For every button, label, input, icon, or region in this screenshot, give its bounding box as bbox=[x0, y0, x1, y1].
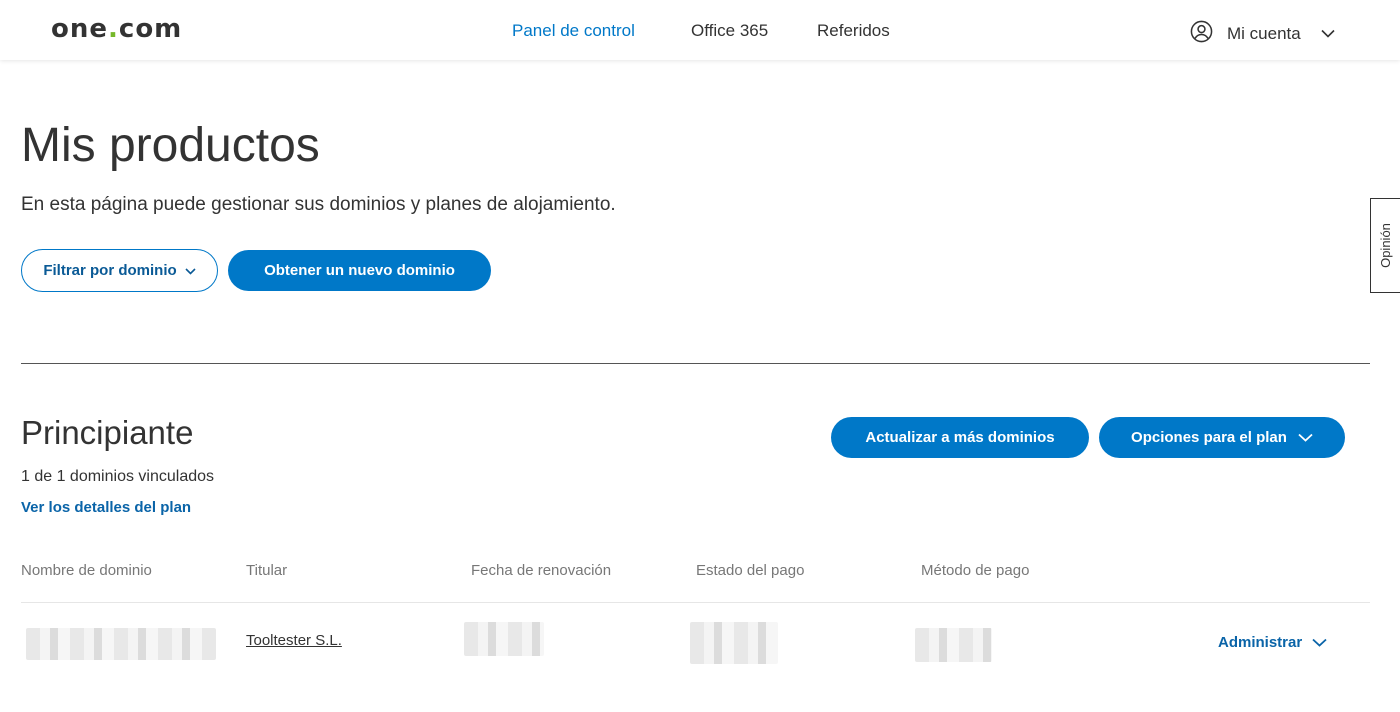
new-domain-label: Obtener un nuevo dominio bbox=[264, 262, 455, 279]
nav-panel-de-control[interactable]: Panel de control bbox=[512, 21, 635, 41]
logo-text-right: com bbox=[118, 14, 183, 44]
upgrade-label: Actualizar a más dominios bbox=[865, 429, 1055, 446]
get-new-domain-button[interactable]: Obtener un nuevo dominio bbox=[228, 250, 491, 291]
manage-domain-button[interactable]: Administrar bbox=[1218, 634, 1327, 651]
column-header-payment-method: Método de pago bbox=[921, 562, 1030, 579]
column-header-payment-status: Estado del pago bbox=[696, 562, 805, 579]
filter-by-domain-button[interactable]: Filtrar por dominio bbox=[21, 249, 218, 292]
redacted-domain-name bbox=[26, 628, 216, 660]
plan-options-label: Opciones para el plan bbox=[1131, 429, 1287, 446]
plan-name: Principiante bbox=[21, 414, 194, 451]
account-menu[interactable]: Mi cuenta bbox=[1190, 20, 1335, 48]
table-row-divider bbox=[21, 602, 1370, 603]
column-header-holder: Titular bbox=[246, 562, 288, 579]
feedback-label: Opinión bbox=[1378, 223, 1393, 268]
manage-label: Administrar bbox=[1218, 634, 1303, 651]
redacted-payment-status bbox=[690, 622, 778, 664]
feedback-tab[interactable]: Opinión bbox=[1370, 198, 1400, 293]
plan-options-button[interactable]: Opciones para el plan bbox=[1099, 417, 1345, 458]
upgrade-domains-button[interactable]: Actualizar a más dominios bbox=[831, 417, 1089, 458]
chevron-down-icon bbox=[185, 262, 196, 279]
user-circle-icon bbox=[1190, 20, 1213, 48]
linked-domains-count: 1 de 1 dominios vinculados bbox=[21, 468, 215, 485]
redacted-payment-method bbox=[915, 628, 992, 662]
plan-details-link[interactable]: Ver los detalles del plan bbox=[21, 499, 191, 516]
account-label: Mi cuenta bbox=[1227, 24, 1301, 43]
chevron-down-icon bbox=[1312, 634, 1327, 651]
logo-text-left: one bbox=[51, 14, 109, 44]
chevron-down-icon bbox=[1298, 433, 1313, 442]
chevron-down-icon bbox=[1321, 25, 1335, 43]
logo-dot: . bbox=[108, 14, 119, 44]
nav-office-365[interactable]: Office 365 bbox=[691, 21, 768, 41]
page-title: Mis productos bbox=[21, 119, 320, 172]
section-divider bbox=[21, 363, 1370, 364]
nav-referidos[interactable]: Referidos bbox=[817, 21, 890, 41]
page-subtitle: En esta página puede gestionar sus domin… bbox=[21, 194, 616, 215]
holder-link[interactable]: Tooltester S.L. bbox=[246, 632, 342, 649]
top-header: one.com Panel de control Office 365 Refe… bbox=[0, 0, 1400, 60]
column-header-renewal-date: Fecha de renovación bbox=[471, 562, 612, 579]
column-header-domain: Nombre de dominio bbox=[21, 562, 152, 579]
onecom-logo[interactable]: one.com bbox=[51, 14, 182, 44]
redacted-renewal-date bbox=[464, 622, 544, 656]
filter-button-label: Filtrar por dominio bbox=[43, 262, 177, 279]
